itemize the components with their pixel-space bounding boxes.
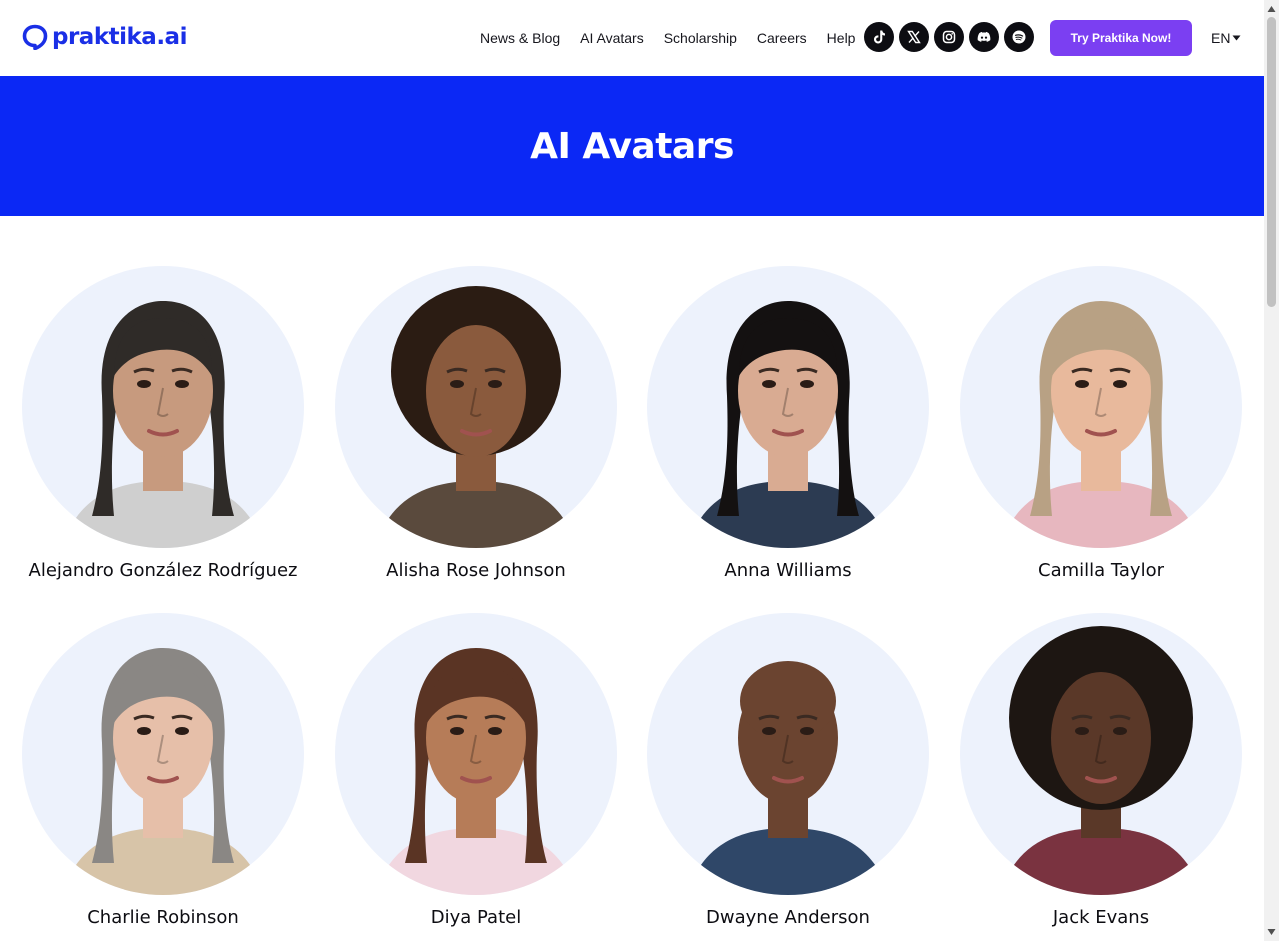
- try-praktika-button[interactable]: Try Praktika Now!: [1050, 20, 1192, 56]
- chat-bubble-logo-icon: [22, 24, 48, 50]
- avatar-name[interactable]: Alisha Rose Johnson: [316, 560, 636, 582]
- avatar-face-illustration: [1000, 301, 1202, 548]
- spotify-link[interactable]: [1004, 22, 1034, 52]
- scroll-up-arrow-icon[interactable]: [1267, 5, 1276, 13]
- avatar-name[interactable]: Jack Evans: [941, 907, 1261, 929]
- avatar-name[interactable]: Charlie Robinson: [3, 907, 323, 929]
- avatar-portrait[interactable]: [22, 613, 304, 895]
- logo-text: praktika.ai: [52, 24, 187, 50]
- social-links: [864, 22, 1034, 52]
- nav-scholarship[interactable]: Scholarship: [664, 28, 737, 48]
- avatar-name[interactable]: Camilla Taylor: [941, 560, 1261, 582]
- avatar-face-illustration: [687, 301, 889, 548]
- avatar-portrait[interactable]: [22, 266, 304, 548]
- spotify-icon: [1012, 30, 1026, 44]
- logo-link[interactable]: praktika.ai: [22, 24, 187, 50]
- nav-news-blog[interactable]: News & Blog: [480, 28, 560, 48]
- avatar-portrait[interactable]: [335, 613, 617, 895]
- avatar-name[interactable]: Alejandro González Rodríguez: [3, 560, 323, 582]
- language-label: EN: [1211, 30, 1231, 46]
- hero-banner: AI Avatars: [0, 76, 1264, 216]
- x-icon: [907, 30, 921, 44]
- tiktok-icon: [874, 30, 885, 44]
- avatar-face-illustration: [375, 648, 577, 895]
- x-link[interactable]: [899, 22, 929, 52]
- discord-icon: [977, 31, 991, 42]
- avatar-portrait[interactable]: [647, 613, 929, 895]
- avatar-name[interactable]: Anna Williams: [628, 560, 948, 582]
- nav-help[interactable]: Help: [827, 28, 856, 48]
- site-header: praktika.ai News & Blog AI Avatars Schol…: [0, 0, 1264, 76]
- scroll-down-arrow-icon[interactable]: [1267, 928, 1276, 936]
- main-nav: News & Blog AI Avatars Scholarship Caree…: [480, 28, 875, 48]
- discord-link[interactable]: [969, 22, 999, 52]
- avatar-portrait[interactable]: [960, 266, 1242, 548]
- language-selector[interactable]: EN: [1211, 29, 1241, 47]
- page-title: AI Avatars: [530, 125, 734, 167]
- instagram-icon: [942, 30, 956, 44]
- avatar-name[interactable]: Diya Patel: [316, 907, 636, 929]
- nav-careers[interactable]: Careers: [757, 28, 807, 48]
- avatar-face-illustration: [1000, 626, 1202, 895]
- tiktok-link[interactable]: [864, 22, 894, 52]
- instagram-link[interactable]: [934, 22, 964, 52]
- avatar-portrait[interactable]: [960, 613, 1242, 895]
- scrollbar-thumb[interactable]: [1267, 17, 1276, 307]
- caret-down-icon: [1232, 35, 1241, 41]
- avatar-face-illustration: [62, 648, 264, 895]
- avatar-portrait[interactable]: [647, 266, 929, 548]
- avatar-face-illustration: [62, 301, 264, 548]
- avatar-face-illustration: [687, 661, 889, 895]
- nav-ai-avatars[interactable]: AI Avatars: [580, 28, 644, 48]
- page-scrollbar[interactable]: [1264, 0, 1279, 941]
- avatar-face-illustration: [375, 286, 577, 548]
- avatar-portrait[interactable]: [335, 266, 617, 548]
- avatar-name[interactable]: Dwayne Anderson: [628, 907, 948, 929]
